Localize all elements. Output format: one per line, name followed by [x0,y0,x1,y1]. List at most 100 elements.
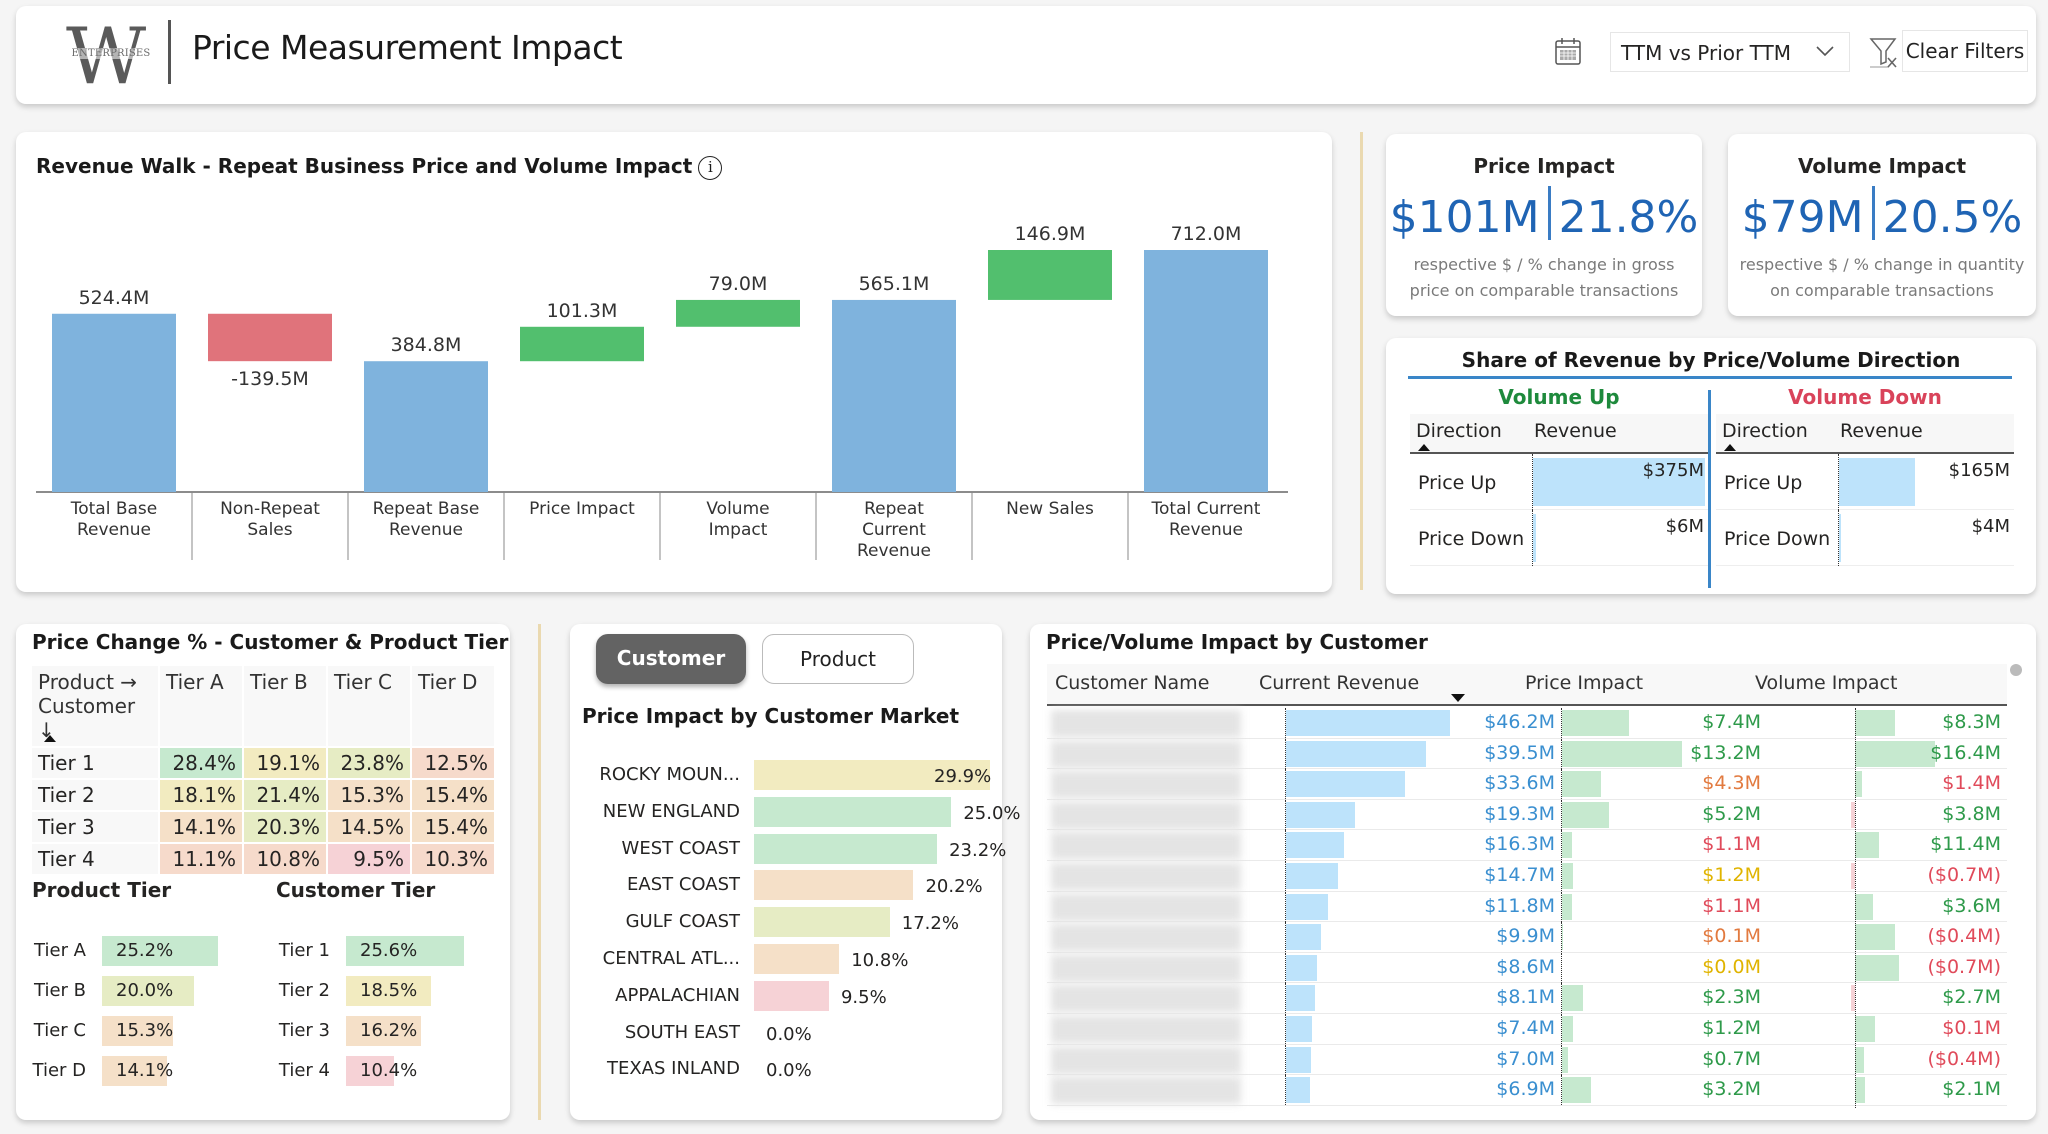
waterfall-bar[interactable] [1144,250,1268,492]
table-row[interactable]: $8.6M $0.0M ($0.7M) [1047,952,2007,984]
revenue-value: $6.9M [1496,1078,1555,1101]
price-impact-cell: $3.2M [1561,1075,1831,1106]
data-label: 384.8M [391,334,462,356]
matrix-cell[interactable]: 14.5% [328,812,410,842]
scrollbar-thumb[interactable] [2010,664,2022,676]
table-row[interactable]: $16.3M $1.1M $11.4M [1047,830,2007,861]
price-impact-databar [1562,710,1630,736]
customer-tier-bar-row[interactable]: Tier 2 18.5% [276,976,496,1006]
header-customer-name[interactable]: Customer Name [1055,672,1209,694]
market-bar-row[interactable]: ROCKY MOUN... 29.9% [570,760,1002,790]
customer-tier-bar-row[interactable]: Tier 1 25.6% [276,936,496,966]
waterfall-bar[interactable] [364,361,488,492]
table-row[interactable]: Price Up $165M [1716,454,2014,510]
customer-tier-bar-row[interactable]: Tier 4 10.4% [276,1056,496,1086]
matrix-cell[interactable]: 9.5% [328,844,410,874]
customer-toggle-button[interactable]: Customer [596,634,746,684]
header-revenue[interactable]: Revenue [1534,420,1617,442]
direction-label: Price Down [1724,528,1831,550]
matrix-column-header[interactable]: Tier B [244,666,326,746]
period-dropdown[interactable]: TTM vs Prior TTM [1610,32,1850,72]
header-volume-impact[interactable]: Volume Impact [1755,672,1897,694]
revenue-databar [1533,514,1536,562]
clear-filters-button[interactable]: Clear Filters [1902,30,2028,72]
product-tier-bar-row[interactable]: Tier D 14.1% [32,1056,252,1086]
waterfall-bar[interactable] [832,299,956,492]
matrix-cell[interactable]: 12.5% [412,748,494,778]
table-row[interactable]: $7.0M $0.7M ($0.4M) [1047,1044,2007,1076]
waterfall-bar[interactable] [208,313,332,362]
price-impact-cell: $1.2M [1561,1013,1831,1044]
table-row[interactable]: $8.1M $2.3M $2.7M [1047,983,2007,1014]
product-toggle-button[interactable]: Product [762,634,914,684]
waterfall-bar[interactable] [988,250,1112,300]
table-row[interactable]: $9.9M $0.1M ($0.4M) [1047,922,2007,953]
market-bar-row[interactable]: GULF COAST 17.2% [570,907,1002,938]
matrix-cell[interactable]: 15.4% [412,812,494,842]
table-row[interactable]: Price Down $4M [1716,510,2014,566]
volume-impact-value: $16.4M [1930,741,2001,764]
matrix-cell[interactable]: 19.1% [244,748,326,778]
product-tier-bar-row[interactable]: Tier B 20.0% [32,976,252,1006]
header-revenue[interactable]: Revenue [1840,420,1923,442]
matrix-cell[interactable]: 21.4% [244,780,326,810]
waterfall-bar[interactable] [520,326,644,362]
header-bar: W ENTERPRISES Price Measurement Impact T… [16,6,2036,104]
market-bar-row[interactable]: NEW ENGLAND 25.0% [570,796,1021,827]
waterfall-bar[interactable] [52,313,176,492]
matrix-cell[interactable]: 28.4% [160,748,242,778]
matrix-column-header[interactable]: Tier A [160,666,242,746]
market-bar-row[interactable]: TEXAS INLAND 0.0% [570,1054,1002,1084]
matrix-cell[interactable]: 15.4% [412,780,494,810]
market-bar-row[interactable]: CENTRAL ATL... 10.8% [570,944,1002,974]
customer-tier-bar-row[interactable]: Tier 3 16.2% [276,1016,496,1046]
table-row[interactable]: $19.3M $5.2M $3.8M [1047,799,2007,831]
market-bar-row[interactable]: EAST COAST 20.2% [570,870,1002,901]
market-bar-row[interactable]: APPALACHIAN 9.5% [570,980,1002,1011]
header-direction[interactable]: Direction [1416,420,1502,442]
matrix-column-header[interactable]: Tier C [328,666,410,746]
market-bar-row[interactable]: WEST COAST 23.2% [570,833,1006,864]
product-tier-bar-row[interactable]: Tier A 25.2% [32,936,252,966]
market-value: 0.0% [766,1023,812,1045]
table-row[interactable]: $11.8M $1.1M $3.6M [1047,891,2007,923]
product-tier-bar-row[interactable]: Tier C 15.3% [32,1016,252,1046]
tier-label: Tier 3 [278,1020,330,1041]
table-row[interactable]: $33.6M $4.3M $1.4M [1047,769,2007,800]
matrix-cell[interactable]: 15.3% [328,780,410,810]
customer-name-redacted [1051,740,1241,768]
market-bar [754,944,840,974]
table-row[interactable]: Price Down $6M [1410,510,1708,566]
kpi-values: $79M 20.5% [1728,186,2036,243]
waterfall-bar[interactable] [676,299,800,327]
matrix-cell[interactable]: 10.3% [412,844,494,874]
table-row[interactable]: $6.9M $3.2M $2.1M [1047,1075,2007,1106]
customer-table-body: $46.2M $7.4M $8.3M $39.5M $13.2M $16.4M $33.6M… [1047,708,2007,1106]
clear-filter-icon[interactable] [1869,36,1899,70]
matrix-row: Tier 4 11.1% 10.8% 9.5% 10.3% [32,844,494,874]
matrix-cell[interactable]: 23.8% [328,748,410,778]
matrix-cell[interactable]: 14.1% [160,812,242,842]
matrix-cell[interactable]: 18.1% [160,780,242,810]
category-label: Repeat Base [373,499,480,519]
volume-impact-cell: $11.4M [1831,830,2007,860]
matrix-cell[interactable]: 20.3% [244,812,326,842]
matrix-cell[interactable]: 10.8% [244,844,326,874]
current-revenue-cell: $39.5M [1285,738,1561,769]
data-label: 565.1M [859,273,930,295]
table-row[interactable]: $7.4M $1.2M $0.1M [1047,1013,2007,1045]
matrix-column-header[interactable]: Tier D [412,666,494,746]
price-impact-databar [1562,893,1572,920]
customer-tier-title: Customer Tier [276,878,436,902]
table-row[interactable]: $14.7M $1.2M ($0.7M) [1047,860,2007,892]
matrix-corner-header[interactable]: Product → Customer ↓ [32,666,158,746]
header-current-revenue[interactable]: Current Revenue [1259,672,1419,694]
table-row[interactable]: $39.5M $13.2M $16.4M [1047,738,2007,770]
table-row[interactable]: $46.2M $7.4M $8.3M [1047,708,2007,739]
direction-label: Price Down [1418,528,1525,550]
matrix-cell[interactable]: 11.1% [160,844,242,874]
header-direction[interactable]: Direction [1722,420,1808,442]
header-price-impact[interactable]: Price Impact [1525,672,1643,694]
table-row[interactable]: Price Up $375M [1410,454,1708,510]
market-bar-row[interactable]: SOUTH EAST 0.0% [570,1018,1002,1048]
